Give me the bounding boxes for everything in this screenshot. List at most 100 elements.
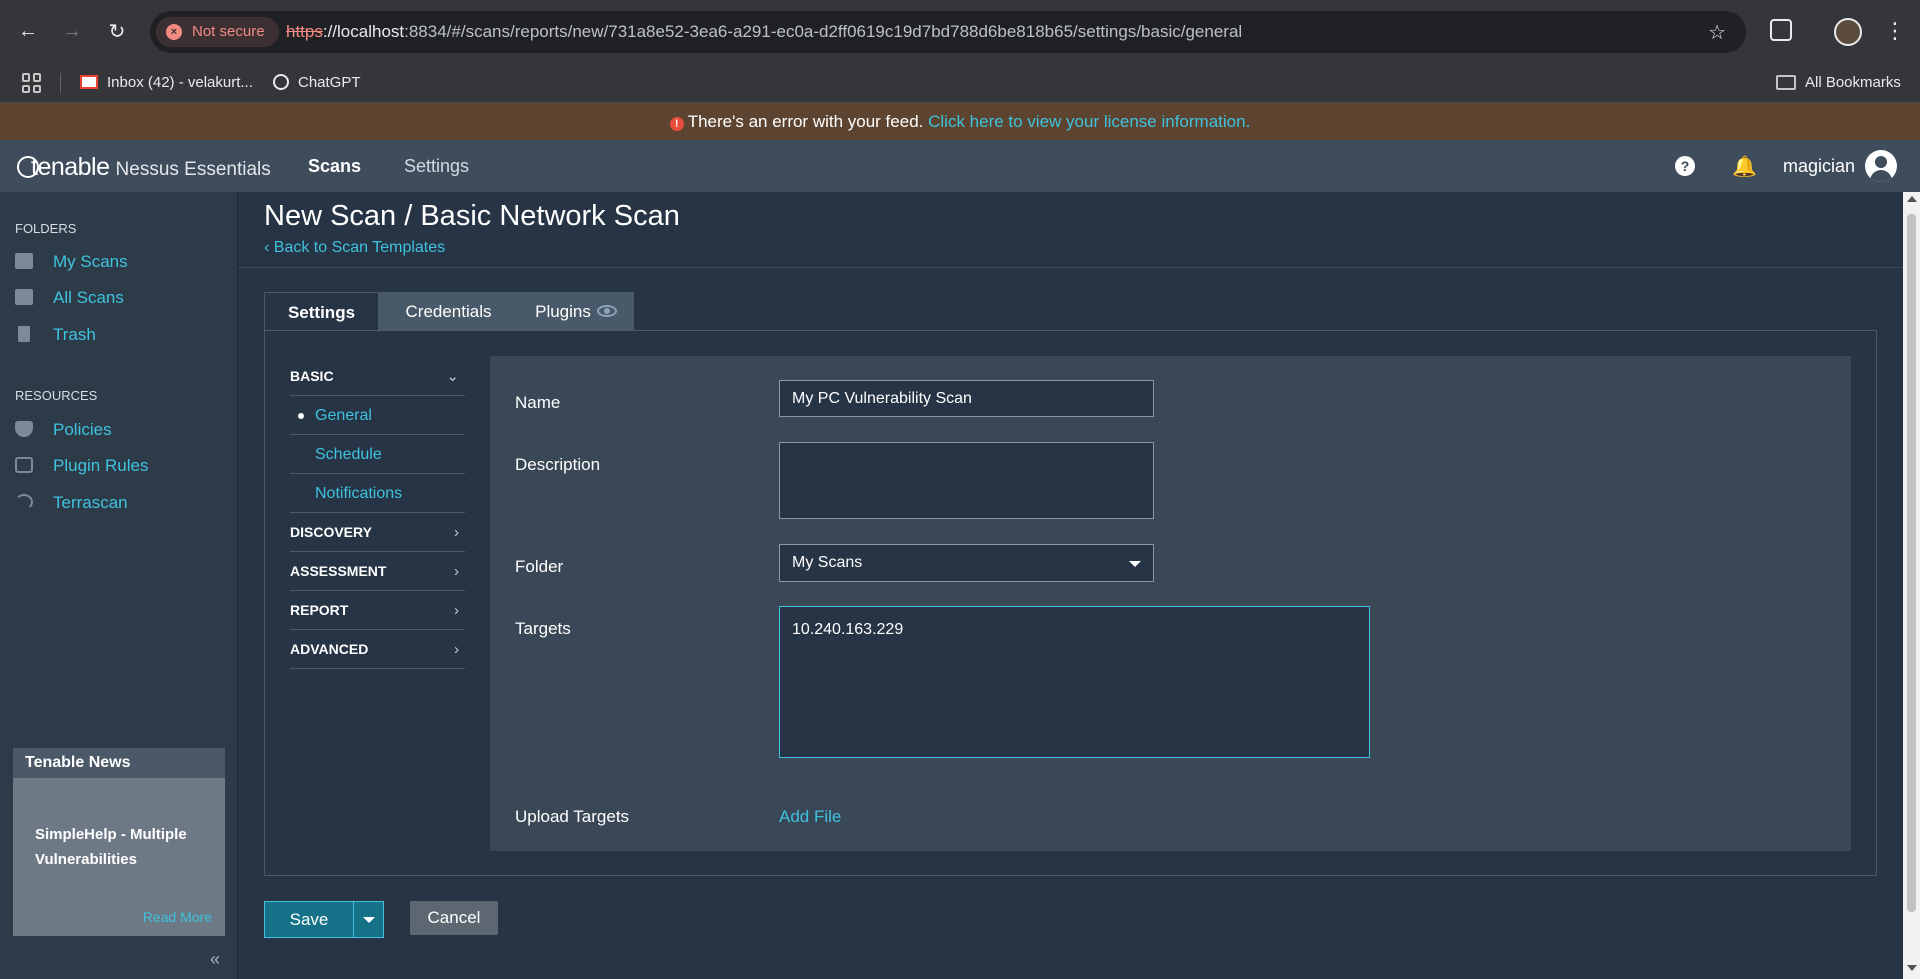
bookmark-chatgpt-label: ChatGPT [298, 74, 361, 91]
bookmark-chatgpt[interactable]: ChatGPT [273, 63, 361, 103]
nav-scans[interactable]: Scans [308, 140, 361, 192]
bell-icon[interactable]: 🔔 [1732, 154, 1757, 179]
sidebar-item-policies[interactable]: Policies [15, 418, 112, 442]
page-scrollbar[interactable] [1903, 192, 1920, 979]
browser-menu-icon[interactable]: ⋮ [1884, 16, 1906, 46]
license-info-link[interactable]: Click here to view your license informat… [928, 112, 1250, 131]
all-bookmarks[interactable]: All Bookmarks [1776, 63, 1901, 103]
tab-credentials[interactable]: Credentials [379, 292, 518, 331]
nav-settings[interactable]: Settings [404, 140, 469, 192]
apps-grid-icon[interactable] [22, 73, 42, 93]
subnav-item-general[interactable]: General [290, 396, 465, 435]
settings-subnav: BASIC ⌄ General Schedule Notifications DI… [290, 357, 465, 669]
cancel-button[interactable]: Cancel [410, 901, 498, 935]
header-divider [238, 267, 1903, 268]
tab-plugins[interactable]: Plugins [518, 292, 634, 331]
collapse-sidebar-icon[interactable]: « [210, 949, 220, 970]
subnav-report[interactable]: REPORT › [290, 591, 465, 630]
not-secure-chip[interactable]: × Not secure [156, 17, 279, 47]
subnav-basic[interactable]: BASIC ⌄ [290, 357, 465, 396]
subnav-advanced-label: ADVANCED [290, 641, 369, 657]
tenable-logo[interactable]: tenable Nessus Essentials [17, 153, 271, 182]
product-name: Nessus Essentials [115, 159, 271, 180]
url-path: :8834/#/scans/reports/new/731a8e52-3ea6-… [404, 22, 1243, 41]
plugin-rules-icon [15, 457, 33, 473]
sidebar-item-label: All Scans [53, 288, 124, 307]
scrollbar-thumb[interactable] [1907, 214, 1916, 912]
terrascan-icon [15, 494, 33, 510]
user-name[interactable]: magician [1783, 140, 1855, 192]
bookmark-inbox[interactable]: Inbox (42) - velakurt... [80, 63, 253, 103]
bookmarks-divider [60, 73, 61, 93]
description-textarea[interactable] [779, 442, 1154, 519]
save-options-dropdown[interactable] [353, 901, 384, 938]
app-header: tenable Nessus Essentials Scans Settings … [0, 140, 1920, 192]
description-label: Description [515, 455, 601, 474]
bookmark-star-icon[interactable]: ☆ [1708, 20, 1726, 45]
news-read-more-link[interactable]: Read More [143, 909, 212, 925]
folder-select-value: My Scans [792, 554, 863, 571]
all-bookmarks-label: All Bookmarks [1805, 74, 1901, 91]
back-arrow-icon[interactable]: ← [16, 19, 40, 43]
chevron-right-icon: › [454, 563, 459, 580]
resources-heading: RESOURCES [15, 388, 98, 403]
folder-select[interactable]: My Scans [779, 544, 1154, 582]
extensions-icon[interactable] [1770, 19, 1792, 41]
sidebar-item-label: Plugin Rules [53, 456, 149, 475]
targets-textarea[interactable]: 10.240.163.229 [779, 606, 1370, 758]
subnav-discovery[interactable]: DISCOVERY › [290, 513, 465, 552]
name-input[interactable] [779, 380, 1154, 417]
sidebar-item-label: Terrascan [53, 493, 128, 512]
chevron-right-icon: › [454, 524, 459, 541]
bookmark-inbox-label: Inbox (42) - velakurt... [107, 74, 253, 91]
sidebar-item-label: My Scans [53, 252, 128, 271]
subnav-advanced[interactable]: ADVANCED › [290, 630, 465, 669]
folder-icon [15, 289, 33, 305]
address-bar[interactable]: × Not secure https://localhost:8834/#/sc… [150, 11, 1746, 53]
trash-icon [18, 326, 30, 342]
sidebar-item-my-scans[interactable]: My Scans [15, 250, 128, 274]
sidebar-item-label: Policies [53, 420, 112, 439]
browser-toolbar: ← → ↻ × Not secure https://localhost:883… [0, 0, 1920, 63]
feed-error-banner: ! There's an error with your feed. Click … [0, 103, 1920, 140]
caret-down-icon [1129, 561, 1141, 567]
bookmarks-bar: Inbox (42) - velakurt... ChatGPT All Boo… [0, 63, 1920, 103]
subnav-item-notifications[interactable]: Notifications [290, 474, 465, 513]
upload-targets-label: Upload Targets [515, 807, 630, 826]
browser-profile-avatar[interactable] [1834, 18, 1862, 46]
subnav-assessment-label: ASSESSMENT [290, 563, 387, 579]
tenable-news-widget: Tenable News SimpleHelp - Multiple Vulne… [13, 748, 225, 936]
tab-settings[interactable]: Settings [264, 292, 379, 332]
sidebar-item-trash[interactable]: Trash [15, 323, 96, 347]
tab-plugins-label: Plugins [535, 302, 591, 321]
gmail-icon [80, 75, 98, 89]
not-secure-icon: × [166, 24, 182, 40]
subnav-item-schedule[interactable]: Schedule [290, 435, 465, 474]
error-icon: ! [669, 117, 684, 131]
subnav-discovery-label: DISCOVERY [290, 524, 372, 540]
alert-message: There's an error with your feed. [687, 112, 924, 131]
sidebar: FOLDERS My Scans All Scans Trash RESOURC… [0, 192, 238, 979]
subnav-assessment[interactable]: ASSESSMENT › [290, 552, 465, 591]
folder-label: Folder [515, 557, 564, 576]
add-file-link[interactable]: Add File [779, 807, 841, 827]
chevron-down-icon: ⌄ [446, 368, 459, 385]
sidebar-item-plugin-rules[interactable]: Plugin Rules [15, 454, 148, 478]
reload-icon[interactable]: ↻ [105, 19, 129, 43]
sidebar-item-terrascan[interactable]: Terrascan [15, 491, 128, 515]
back-to-templates-link[interactable]: ‹ Back to Scan Templates [264, 239, 445, 257]
user-avatar-icon[interactable] [1865, 150, 1897, 182]
scroll-up-icon[interactable] [1907, 196, 1917, 202]
eye-icon [596, 305, 617, 317]
sidebar-item-all-scans[interactable]: All Scans [15, 286, 124, 310]
url-text[interactable]: https://localhost:8834/#/scans/reports/n… [286, 11, 1242, 53]
news-headline[interactable]: SimpleHelp - Multiple Vulnerabilities [13, 778, 225, 872]
help-icon[interactable]: ? [1675, 156, 1695, 176]
scroll-down-icon[interactable] [1907, 965, 1917, 971]
chevron-right-icon: › [454, 602, 459, 619]
bookmarks-folder-icon [1776, 75, 1796, 90]
forward-arrow-icon[interactable]: → [60, 19, 84, 43]
save-button[interactable]: Save [264, 901, 354, 938]
url-scheme: https [286, 22, 323, 41]
subnav-basic-label: BASIC [290, 368, 334, 384]
